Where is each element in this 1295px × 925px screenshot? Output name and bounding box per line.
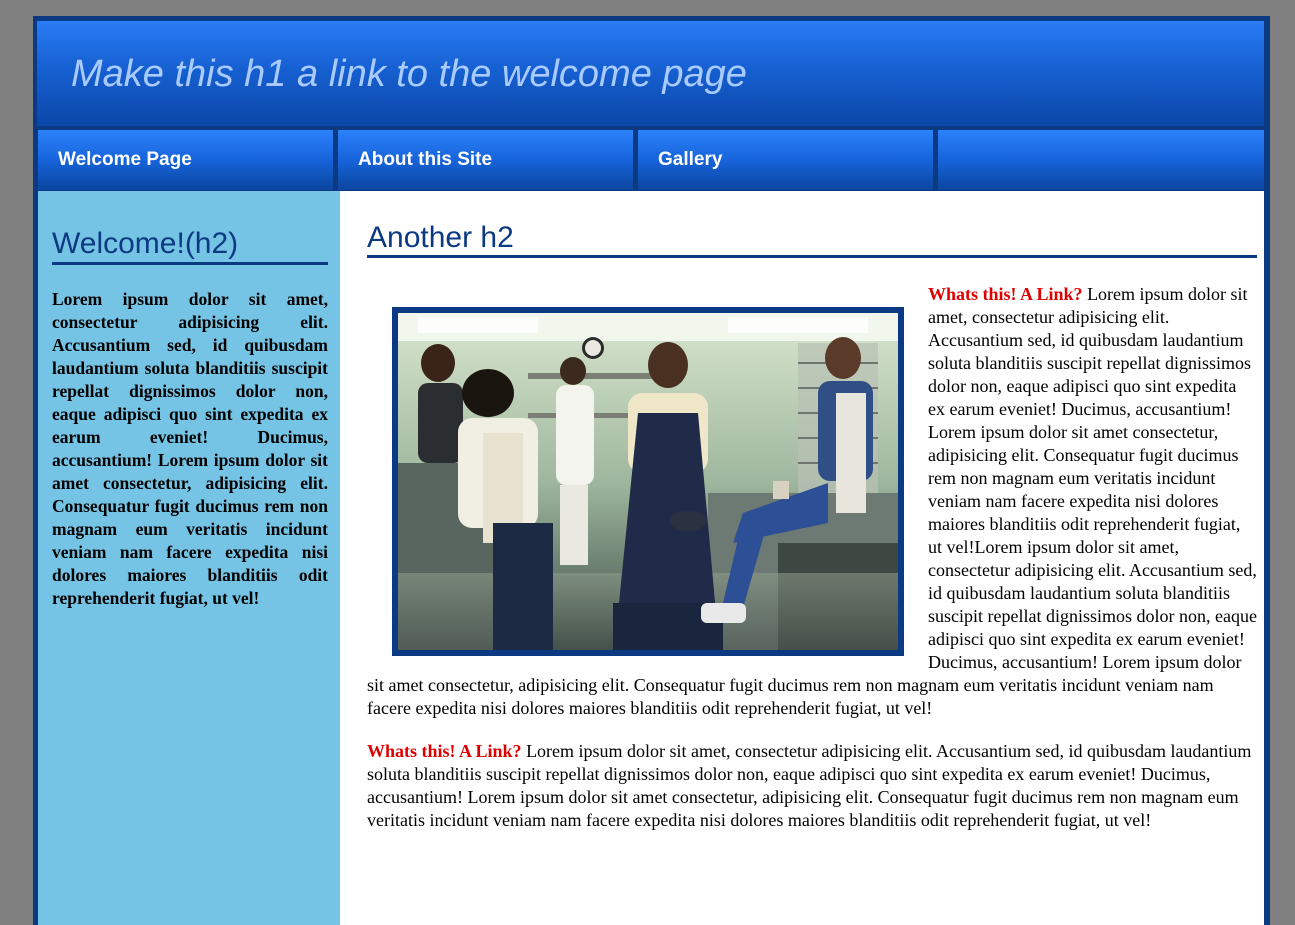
- nav-welcome-page[interactable]: Welcome Page: [38, 130, 333, 190]
- nav-gallery[interactable]: Gallery: [638, 130, 933, 190]
- main-content: Another h2 Whats this! A Link? Lorem ips…: [340, 191, 1264, 925]
- nav-empty-item[interactable]: [938, 130, 1264, 190]
- site-title[interactable]: Make this h1 a link to the welcome page: [71, 55, 747, 93]
- site-header: Make this h1 a link to the welcome page: [37, 21, 1264, 126]
- sidebar-text: Lorem ipsum dolor sit amet, consectetur …: [52, 289, 328, 608]
- nav-about-this-site[interactable]: About this Site: [338, 130, 633, 190]
- paragraph-2: Whats this! A Link? Lorem ipsum dolor si…: [367, 740, 1257, 832]
- sidebar-heading: Welcome!(h2): [52, 226, 328, 265]
- inline-link-1[interactable]: Whats this! A Link?: [928, 284, 1083, 304]
- kitchen-photo-image: [398, 313, 898, 650]
- sidebar: Welcome!(h2) Lorem ipsum dolor sit amet,…: [38, 191, 340, 925]
- main-heading: Another h2: [367, 221, 1257, 258]
- article: Whats this! A Link? Lorem ipsum dolor si…: [367, 283, 1257, 852]
- kitchen-photo: [392, 307, 904, 656]
- page-container: Make this h1 a link to the welcome page …: [33, 16, 1270, 925]
- inline-link-2[interactable]: Whats this! A Link?: [367, 741, 522, 761]
